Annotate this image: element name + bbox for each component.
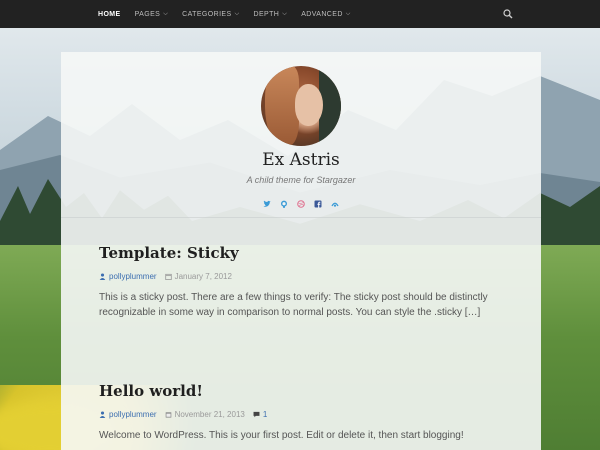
menu-item-advanced[interactable]: ADVANCED ⌵ [301, 11, 351, 18]
menu-item-label: PAGES [134, 10, 161, 18]
menu-item-categories[interactable]: CATEGORIES ⌵ [182, 11, 239, 18]
post-meta: pollyplummer November 21, 2013 1 [99, 410, 509, 419]
menu-item-home[interactable]: HOME [98, 11, 121, 18]
user-icon [99, 273, 106, 280]
post-entry: Hello world! pollyplummer November 21, 2… [99, 382, 509, 443]
site-header: Ex Astris A child theme for Stargazer [61, 52, 541, 218]
post-author-link[interactable]: pollyplummer [109, 410, 157, 419]
post-title[interactable]: Hello world! [99, 382, 509, 400]
site-avatar-image[interactable] [261, 66, 341, 146]
chevron-down-icon: ⌵ [234, 10, 240, 17]
menu-item-label: ADVANCED [301, 10, 343, 18]
github-icon[interactable] [280, 193, 288, 208]
user-icon [99, 411, 106, 418]
social-links [61, 193, 541, 208]
site-description: A child theme for Stargazer [246, 175, 356, 185]
site-title[interactable]: Ex Astris [61, 150, 541, 170]
chevron-down-icon: ⌵ [163, 10, 169, 17]
menu-item-label: CATEGORIES [182, 10, 232, 18]
post-excerpt: This is a sticky post. There are a few t… [99, 292, 488, 318]
dribbble-icon[interactable] [297, 193, 305, 208]
chevron-down-icon: ⌵ [345, 10, 351, 17]
search-icon[interactable] [503, 9, 513, 19]
avatar-face [295, 84, 323, 126]
menu-item-depth[interactable]: DEPTH ⌵ [254, 11, 288, 18]
calendar-icon [165, 412, 171, 418]
menu-item-label: HOME [98, 10, 121, 18]
post-meta: pollyplummer January 7, 2012 [99, 272, 509, 281]
menu-item-label: DEPTH [253, 10, 280, 18]
menu-item-pages[interactable]: PAGES ⌵ [135, 11, 169, 18]
post-date[interactable]: November 21, 2013 [175, 410, 245, 419]
twitter-icon[interactable] [263, 193, 271, 207]
comment-count-link[interactable]: 1 [263, 410, 267, 419]
post-date[interactable]: January 7, 2012 [175, 272, 232, 281]
post-entry: Template: Sticky pollyplummer January 7,… [99, 244, 509, 320]
calendar-icon [164, 273, 172, 280]
chevron-down-icon: ⌵ [282, 10, 288, 17]
primary-menu: HOME PAGES ⌵ CATEGORIES ⌵ DEPTH ⌵ ADVANC… [98, 0, 365, 28]
post-excerpt: Welcome to WordPress. This is your first… [99, 430, 464, 441]
top-navigation-bar: HOME PAGES ⌵ CATEGORIES ⌵ DEPTH ⌵ ADVANC… [0, 0, 600, 28]
facebook-icon[interactable] [314, 193, 322, 208]
delicious-icon[interactable] [331, 193, 339, 207]
content-panel: Ex Astris A child theme for Stargazer Te… [61, 52, 541, 450]
post-title[interactable]: Template: Sticky [99, 244, 509, 262]
post-author-link[interactable]: pollyplummer [109, 272, 157, 281]
comment-icon [253, 411, 260, 418]
avatar-hair [265, 66, 299, 146]
